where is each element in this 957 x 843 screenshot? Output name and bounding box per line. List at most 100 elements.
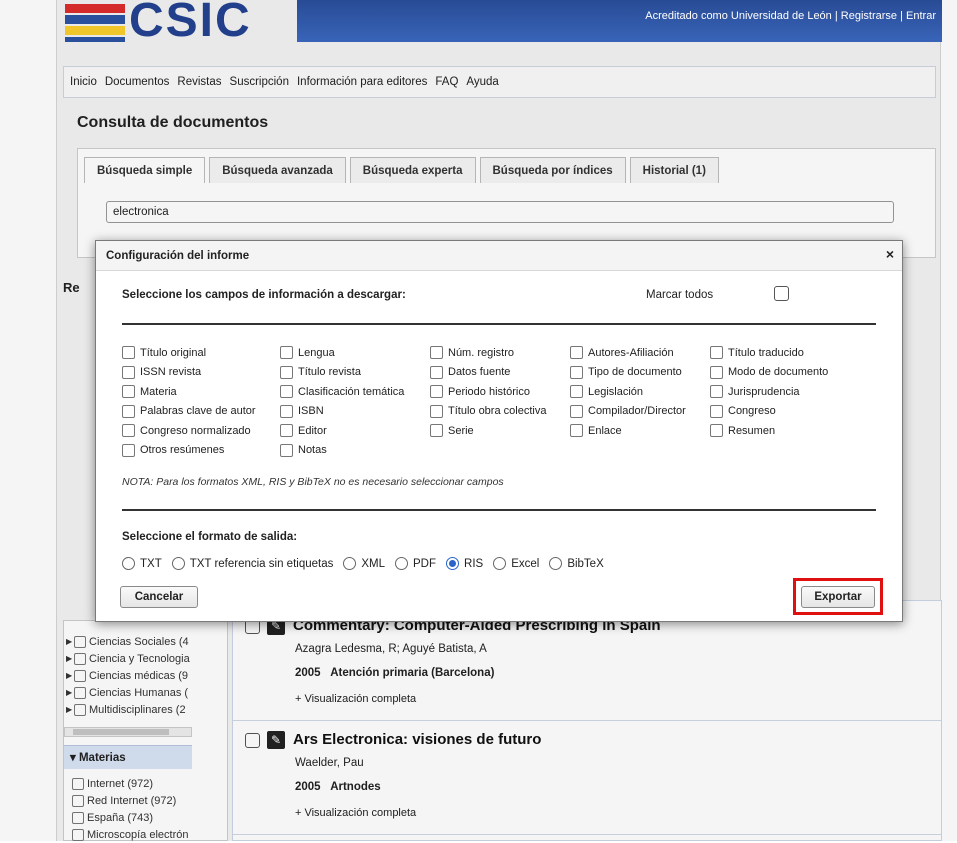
field-checkbox[interactable]	[430, 365, 443, 379]
field-option[interactable]: Congreso normalizado	[122, 421, 256, 441]
register-link[interactable]: Registrarse	[841, 10, 897, 22]
format-option-excel[interactable]: Excel	[493, 557, 539, 570]
format-prompt: Seleccione el formato de salida:	[122, 531, 298, 543]
field-label: ISSN revista	[140, 366, 202, 379]
radio-button[interactable]	[549, 557, 563, 570]
radio-button[interactable]	[395, 557, 409, 570]
divider	[122, 509, 876, 511]
field-option[interactable]: Núm. registro	[430, 343, 546, 363]
field-option[interactable]: Modo de documento	[710, 363, 828, 383]
format-label: PDF	[413, 557, 437, 570]
field-label: Núm. registro	[448, 346, 515, 359]
field-checkbox[interactable]	[280, 404, 293, 418]
field-option[interactable]: ISBN	[280, 402, 404, 422]
field-checkbox[interactable]	[570, 404, 583, 418]
format-option-xml[interactable]: XML	[343, 557, 385, 570]
close-icon[interactable]: ×	[886, 246, 894, 262]
field-label: Lengua	[298, 346, 335, 359]
field-option[interactable]: Datos fuente	[430, 363, 546, 383]
field-option[interactable]: Otros resúmenes	[122, 441, 256, 461]
fields-column-2: Lengua Título revista Clasificación temá…	[280, 343, 404, 460]
field-checkbox[interactable]	[122, 424, 135, 438]
field-label: Notas	[298, 444, 327, 457]
top-links: Acreditado como Universidad de León | Re…	[645, 10, 936, 22]
field-checkbox[interactable]	[122, 346, 135, 360]
field-option[interactable]: Autores-Afiliación	[570, 343, 686, 363]
field-checkbox[interactable]	[122, 365, 135, 379]
cancel-button[interactable]: Cancelar	[120, 586, 198, 608]
field-label: Clasificación temática	[298, 385, 405, 398]
radio-button[interactable]	[343, 557, 357, 570]
field-option[interactable]: Legislación	[570, 382, 686, 402]
field-checkbox[interactable]	[570, 365, 583, 379]
field-checkbox[interactable]	[430, 385, 443, 399]
field-option[interactable]: Clasificación temática	[280, 382, 404, 402]
format-option-txt-sin-etiquetas[interactable]: TXT referencia sin etiquetas	[171, 557, 334, 570]
radio-button-selected[interactable]	[446, 557, 460, 570]
field-option[interactable]: Serie	[430, 421, 546, 441]
field-label: Tipo de documento	[588, 366, 682, 379]
field-option[interactable]: Compilador/Director	[570, 402, 686, 422]
field-checkbox[interactable]	[710, 346, 723, 360]
field-option[interactable]: Título revista	[280, 363, 404, 383]
field-label: Enlace	[588, 424, 622, 437]
field-option[interactable]: Enlace	[570, 421, 686, 441]
field-label: Congreso normalizado	[140, 424, 251, 437]
field-option[interactable]: Editor	[280, 421, 404, 441]
field-checkbox[interactable]	[570, 385, 583, 399]
format-option-ris[interactable]: RIS	[446, 557, 483, 570]
radio-button[interactable]	[171, 557, 185, 570]
csic-logo[interactable]: CSIC	[65, 0, 252, 48]
field-checkbox[interactable]	[280, 365, 293, 379]
field-checkbox[interactable]	[430, 424, 443, 438]
field-label: Editor	[298, 424, 327, 437]
field-checkbox[interactable]	[710, 424, 723, 438]
field-label: Título original	[140, 346, 207, 359]
field-checkbox[interactable]	[280, 346, 293, 360]
radio-button[interactable]	[122, 557, 135, 570]
radio-button[interactable]	[493, 557, 507, 570]
field-label: Periodo histórico	[448, 385, 530, 398]
divider	[122, 323, 876, 325]
field-checkbox[interactable]	[710, 404, 723, 418]
field-label: Palabras clave de autor	[140, 405, 256, 418]
format-option-pdf[interactable]: PDF	[395, 557, 436, 570]
field-checkbox[interactable]	[430, 404, 443, 418]
field-checkbox[interactable]	[122, 443, 135, 457]
field-checkbox[interactable]	[122, 404, 135, 418]
login-link[interactable]: Entrar	[906, 10, 936, 22]
field-option[interactable]: Jurisprudencia	[710, 382, 828, 402]
field-checkbox[interactable]	[280, 385, 293, 399]
field-option[interactable]: Periodo histórico	[430, 382, 546, 402]
field-option[interactable]: Título original	[122, 343, 256, 363]
field-checkbox[interactable]	[570, 424, 583, 438]
field-checkbox[interactable]	[710, 365, 723, 379]
field-option[interactable]: Materia	[122, 382, 256, 402]
export-button[interactable]: Exportar	[801, 586, 875, 608]
field-option[interactable]: Congreso	[710, 402, 828, 422]
format-option-txt[interactable]: TXT	[122, 557, 162, 570]
field-option[interactable]: Título obra colectiva	[430, 402, 546, 422]
fields-column-5: Título traducido Modo de documento Juris…	[710, 343, 828, 441]
mark-all-checkbox[interactable]	[774, 286, 789, 301]
field-checkbox[interactable]	[570, 346, 583, 360]
field-option[interactable]: ISSN revista	[122, 363, 256, 383]
field-checkbox[interactable]	[430, 346, 443, 360]
field-checkbox[interactable]	[280, 424, 293, 438]
field-option[interactable]: Resumen	[710, 421, 828, 441]
field-checkbox[interactable]	[122, 385, 135, 399]
field-checkbox[interactable]	[280, 443, 293, 457]
mark-all-label: Marcar todos	[646, 289, 714, 301]
field-option[interactable]: Tipo de documento	[570, 363, 686, 383]
field-label: Título revista	[298, 366, 361, 379]
format-label: TXT referencia sin etiquetas	[189, 557, 334, 570]
field-checkbox[interactable]	[710, 385, 723, 399]
format-option-bibtex[interactable]: BibTeX	[549, 557, 604, 570]
fields-column-4: Autores-Afiliación Tipo de documento Leg…	[570, 343, 686, 441]
field-option[interactable]: Notas	[280, 441, 404, 461]
format-label: TXT	[140, 557, 162, 570]
field-option[interactable]: Título traducido	[710, 343, 828, 363]
fields-column-3: Núm. registro Datos fuente Periodo histó…	[430, 343, 546, 441]
field-option[interactable]: Lengua	[280, 343, 404, 363]
field-option[interactable]: Palabras clave de autor	[122, 402, 256, 422]
